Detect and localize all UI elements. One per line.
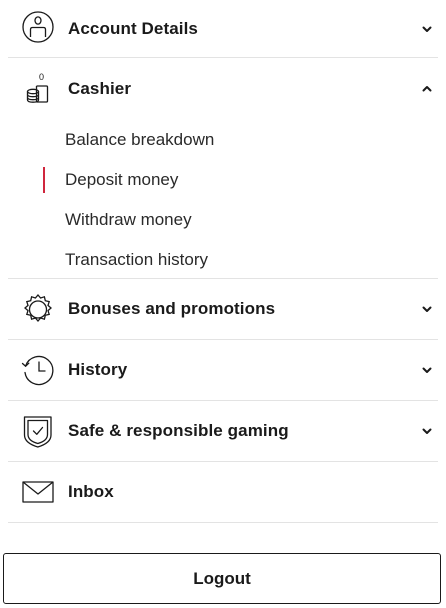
gear-badge-icon xyxy=(21,292,55,326)
submenu-item-balance-breakdown[interactable]: Balance breakdown xyxy=(8,120,438,160)
chevron-down-icon xyxy=(420,302,434,316)
section-history: History xyxy=(8,340,438,401)
logout-button[interactable]: Logout xyxy=(3,553,441,604)
submenu-item-transaction-history[interactable]: Transaction history xyxy=(8,240,438,280)
svg-text:0: 0 xyxy=(39,72,44,82)
chevron-down-icon xyxy=(420,424,434,438)
chevron-up-icon xyxy=(420,82,434,96)
section-cashier: 0 Cashier Balance breakdown Deposit mone… xyxy=(8,58,438,279)
chevron-down-icon xyxy=(420,22,434,36)
account-details-row[interactable]: Account Details xyxy=(8,0,438,57)
shield-check-icon xyxy=(21,414,55,448)
history-clock-icon xyxy=(21,353,55,387)
account-icon xyxy=(21,10,55,44)
section-account-details: Account Details xyxy=(8,0,438,58)
submenu-item-deposit-money[interactable]: Deposit money xyxy=(8,160,438,200)
cashier-label: Cashier xyxy=(68,79,132,98)
submenu-item-withdraw-money[interactable]: Withdraw money xyxy=(8,200,438,240)
bonuses-row[interactable]: Bonuses and promotions xyxy=(8,279,438,339)
chevron-down-icon xyxy=(420,363,434,377)
inbox-label: Inbox xyxy=(68,482,114,501)
safe-gaming-row[interactable]: Safe & responsible gaming xyxy=(8,401,438,461)
safe-gaming-label: Safe & responsible gaming xyxy=(68,421,289,440)
section-inbox: Inbox xyxy=(8,462,438,523)
active-indicator xyxy=(43,167,45,193)
submenu-item-label: Withdraw money xyxy=(65,210,192,229)
submenu-item-label: Deposit money xyxy=(65,170,179,189)
inbox-row[interactable]: Inbox xyxy=(8,462,438,522)
bonuses-label: Bonuses and promotions xyxy=(68,299,276,318)
envelope-icon xyxy=(21,475,55,509)
cashier-submenu: Balance breakdown Deposit money Withdraw… xyxy=(8,120,438,290)
cashier-coins-icon: 0 xyxy=(21,72,55,106)
section-safe-gaming: Safe & responsible gaming xyxy=(8,401,438,462)
history-label: History xyxy=(68,360,128,379)
account-menu: Account Details 0 Cashier Balance breakd… xyxy=(0,0,446,523)
section-bonuses: Bonuses and promotions xyxy=(8,279,438,340)
history-row[interactable]: History xyxy=(8,340,438,400)
submenu-item-label: Transaction history xyxy=(65,250,208,269)
account-details-label: Account Details xyxy=(68,18,198,38)
cashier-row[interactable]: 0 Cashier xyxy=(8,58,438,120)
submenu-item-label: Balance breakdown xyxy=(65,130,215,149)
